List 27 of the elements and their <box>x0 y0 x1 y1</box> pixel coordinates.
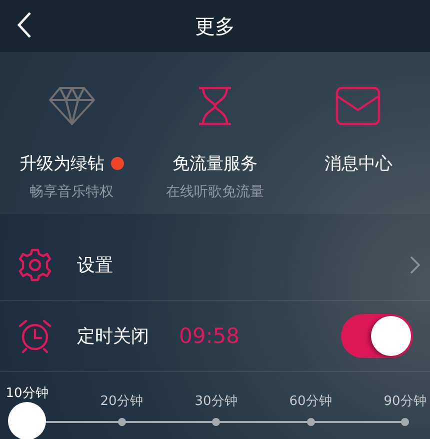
gear-icon <box>17 248 53 282</box>
back-icon <box>16 11 32 39</box>
timer-label: 定时关闭 <box>77 325 149 348</box>
page-title: 更多 <box>195 12 235 40</box>
settings-label: 设置 <box>77 254 113 277</box>
settings-row[interactable]: 设置 <box>0 230 430 301</box>
timer-option[interactable]: 20分钟 <box>100 392 143 410</box>
feature-subtitle: 畅享音乐特权 <box>30 183 114 201</box>
feature-subtitle: 在线听歌免流量 <box>166 183 264 201</box>
alarm-clock-icon <box>17 318 53 354</box>
back-button[interactable] <box>16 10 34 40</box>
feature-item[interactable]: 免流量服务 在线听歌免流量 <box>143 52 287 214</box>
countdown-time: 09:58 <box>179 324 240 348</box>
timer-toggle[interactable] <box>341 314 413 358</box>
slider-thumb[interactable] <box>8 402 46 439</box>
envelope-icon <box>335 86 382 126</box>
timer-option[interactable]: 30分钟 <box>194 392 238 410</box>
feature-title: 消息中心 <box>324 153 392 175</box>
timer-option[interactable]: 60分钟 <box>289 392 332 410</box>
diamond-icon <box>48 86 96 126</box>
feature-title: 免流量服务 <box>172 153 258 175</box>
feature-item[interactable]: 升级为绿钻 畅享音乐特权 <box>0 52 144 214</box>
feature-title: 升级为绿钻 <box>20 153 105 175</box>
timer-option[interactable]: 10分钟 <box>6 384 48 402</box>
timer-option[interactable]: 90分钟 <box>384 392 426 410</box>
feature-item[interactable]: 消息中心 <box>286 52 430 214</box>
chevron-right-icon <box>410 256 420 274</box>
